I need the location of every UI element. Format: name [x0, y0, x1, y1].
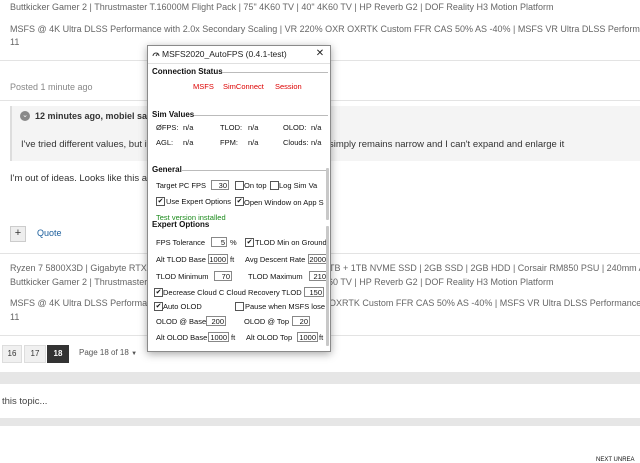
- quote-header: 12 minutes ago, mobiel said:: [35, 111, 159, 121]
- general-scrollbar[interactable]: [326, 168, 329, 220]
- quote-link[interactable]: Quote: [37, 228, 62, 238]
- tlod-min-on-ground-checkbox[interactable]: ✔: [245, 238, 254, 247]
- caret-down-icon: ▼: [131, 351, 138, 357]
- expert-options-label: Expert Options: [152, 220, 210, 229]
- page-of-label: Page 18 of 18: [79, 348, 129, 357]
- clouds-label: Clouds:: [283, 138, 309, 147]
- use-expert-options-label: Use Expert Options: [166, 197, 232, 206]
- page-17-button[interactable]: 17: [24, 345, 46, 363]
- window-titlebar[interactable]: MSFS2020_AutoFPS (0.4.1-test) ✕: [148, 46, 330, 64]
- signature-line: Buttkicker Gamer 2 | Thrustmaster T.1600…: [10, 2, 554, 12]
- tlod-value: n/a: [248, 123, 259, 132]
- connection-group-label: Connection Status: [152, 67, 223, 76]
- sim-values-label: Sim Values: [152, 110, 195, 119]
- fps-tolerance-input[interactable]: 5: [211, 237, 227, 247]
- avg-descent-rate-label: Avg Descent Rate: [245, 255, 306, 264]
- reply-divider: [0, 372, 640, 384]
- status-session: Session: [275, 82, 302, 91]
- use-expert-options-checkbox[interactable]: ✔: [156, 197, 165, 206]
- fps-value: n/a: [183, 123, 194, 132]
- fps-label: ØFPS:: [156, 123, 179, 132]
- signature-line: 11: [10, 312, 20, 322]
- open-window-checkbox[interactable]: ✔: [235, 197, 244, 206]
- window-title: MSFS2020_AutoFPS (0.4.1-test): [162, 49, 287, 59]
- open-window-label: Open Window on App S: [244, 198, 324, 207]
- tlod-min-on-ground-label: TLOD Min on Ground/: [255, 238, 329, 247]
- auto-olod-label: Auto OLOD: [163, 302, 202, 311]
- pause-when-msfs-loses-focus-label: Pause when MSFS lose: [245, 302, 326, 311]
- reply-placeholder: this topic...: [2, 396, 48, 407]
- fpm-value: n/a: [248, 138, 259, 147]
- on-top-label: On top: [244, 181, 267, 190]
- post-timestamp[interactable]: Posted 1 minute ago: [10, 82, 93, 92]
- alt-olod-base-input[interactable]: 1000: [208, 332, 229, 342]
- tlod-minimum-label: TLOD Minimum: [156, 272, 209, 281]
- agl-value: n/a: [183, 138, 194, 147]
- cloud-recovery-tlod-input[interactable]: 150: [304, 287, 324, 297]
- signature-line: Ryzen 7 5800X3D | Gigabyte RTX 4: [10, 263, 155, 273]
- alt-olod-top-label: Alt OLOD Top: [246, 333, 293, 342]
- add-reaction-button[interactable]: +: [10, 226, 26, 242]
- signature-line: OXRTK Custom FFR CAS 50% AS -40% | MSFS …: [329, 298, 640, 308]
- alt-tlod-base-input[interactable]: 1000: [208, 254, 228, 264]
- alt-olod-top-input[interactable]: 1000: [297, 332, 318, 342]
- log-sim-values-label: Log Sim Va: [279, 181, 318, 190]
- signature-line: 11: [10, 37, 20, 47]
- signature-line: MSFS @ 4K Ultra DLSS Performance with 2.…: [10, 24, 640, 34]
- status-msfs: MSFS: [193, 82, 214, 91]
- decrease-cloud-quality-checkbox[interactable]: ✔: [154, 288, 163, 297]
- quote-text-right: simply remains narrow and I can't expand…: [329, 139, 565, 150]
- reply-box[interactable]: this topic...: [0, 384, 640, 418]
- target-fps-input[interactable]: 30: [211, 180, 229, 190]
- fps-tolerance-unit: %: [230, 238, 237, 247]
- page-18-button[interactable]: 18: [47, 345, 69, 363]
- olod-at-top-label: OLOD @ Top: [244, 317, 289, 326]
- page-16-button[interactable]: 16: [2, 345, 22, 363]
- on-top-checkbox[interactable]: [235, 181, 244, 190]
- quote-text: I've tried different values, but it: [21, 139, 150, 150]
- post-body: I'm out of ideas. Looks like this ap: [10, 173, 153, 184]
- fps-tolerance-label: FPS Tolerance: [156, 238, 206, 247]
- avg-descent-rate-input[interactable]: 2000: [308, 254, 328, 264]
- tlod-label: TLOD:: [220, 123, 243, 132]
- fpm-label: FPM:: [220, 138, 238, 147]
- next-unread-link[interactable]: NEXT UNREA: [596, 457, 635, 463]
- autofps-window[interactable]: MSFS2020_AutoFPS (0.4.1-test) ✕ Connecti…: [147, 45, 331, 352]
- app-icon: [152, 52, 160, 57]
- alt-olod-base-unit: ft: [231, 333, 236, 342]
- olod-at-base-input[interactable]: 200: [206, 316, 226, 326]
- log-sim-values-checkbox[interactable]: [270, 181, 279, 190]
- page-jump-dropdown[interactable]: Page 18 of 18 ▼: [79, 348, 137, 357]
- signature-line: TB + 1TB NVME SSD | 2GB SSD | 2GB HDD | …: [329, 263, 640, 273]
- status-simconnect: SimConnect: [223, 82, 264, 91]
- tlod-maximum-label: TLOD Maximum: [248, 272, 303, 281]
- olod-value: n/a: [311, 123, 322, 132]
- olod-at-top-input[interactable]: 20: [292, 316, 310, 326]
- target-fps-label: Target PC FPS: [156, 181, 207, 190]
- reply-divider: [0, 418, 640, 426]
- olod-at-base-label: OLOD @ Base: [156, 317, 207, 326]
- general-label: General: [152, 165, 182, 174]
- chevron-down-icon[interactable]: ⌄: [20, 111, 30, 121]
- alt-olod-base-label: Alt OLOD Base: [156, 333, 208, 342]
- clouds-value: n/a: [311, 138, 322, 147]
- olod-label: OLOD:: [283, 123, 307, 132]
- auto-olod-checkbox[interactable]: ✔: [154, 302, 163, 311]
- signature-line: MSFS @ 4K Ultra DLSS Performanc: [10, 298, 157, 308]
- agl-label: AGL:: [156, 138, 174, 147]
- alt-tlod-base-label: Alt TLOD Base: [156, 255, 206, 264]
- alt-olod-top-unit: ft: [319, 333, 324, 342]
- sim-values-group: [152, 115, 328, 154]
- decrease-cloud-label: Decrease Cloud C Cloud Recovery TLOD: [163, 288, 302, 297]
- close-button[interactable]: ✕: [314, 47, 326, 61]
- alt-tlod-base-unit: ft: [230, 255, 235, 264]
- tlod-minimum-input[interactable]: 70: [214, 271, 232, 281]
- expert-scrollbar[interactable]: [326, 226, 329, 346]
- pause-when-msfs-loses-focus-checkbox[interactable]: [235, 302, 244, 311]
